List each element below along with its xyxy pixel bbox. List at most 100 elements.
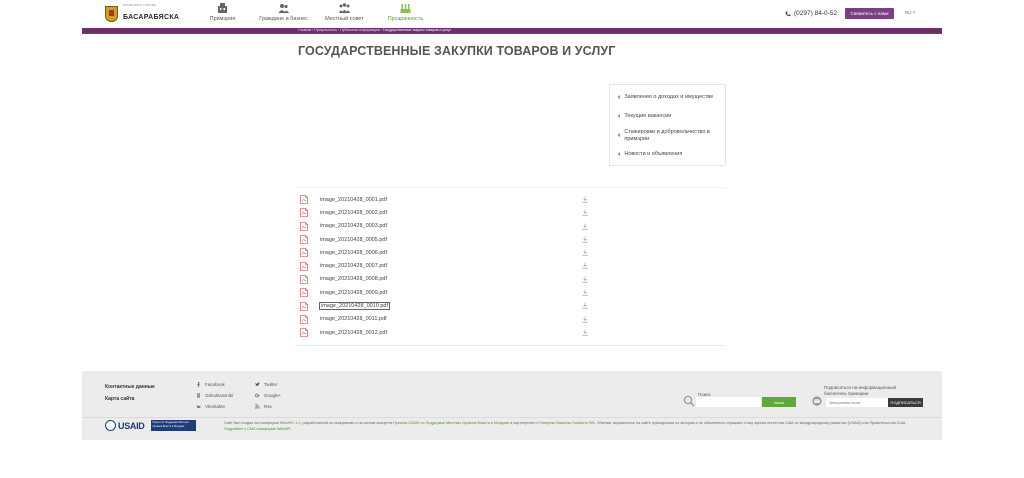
nav-item-primaria[interactable]: Примэрия	[194, 3, 251, 22]
file-row[interactable]: image_20210428_0007.pdf	[296, 259, 726, 272]
file-row[interactable]: image_20210428_0012.pdf	[296, 326, 726, 339]
file-row[interactable]: image_20210428_0003.pdf	[296, 220, 726, 233]
file-row[interactable]: image_20210428_0001.pdf	[296, 193, 726, 206]
contact-us-button[interactable]: Свяжитесь с нами	[845, 8, 894, 19]
download-icon[interactable]	[582, 276, 588, 283]
cms-platform-link[interactable]: Подробнее о CMS платформе WebAPL	[224, 427, 291, 431]
site-header: ПРИМЭРИЯ ГОРОДА БАСАРАБЯСКА Примэрия Гра…	[82, 0, 942, 28]
people-icon	[278, 4, 289, 13]
social-label: Rss	[264, 404, 272, 409]
side-item-news[interactable]: ‹ Новости и объявления	[610, 145, 725, 164]
nav-item-transparency[interactable]: Прозрачность	[377, 3, 434, 22]
footer-disclaimer: Сайт был создан на платформе WebAPL 1.0,…	[224, 420, 924, 432]
pdf-file-icon	[300, 328, 308, 337]
file-name-link[interactable]: image_20210428_0003.pdf	[320, 223, 387, 229]
file-name-link[interactable]: image_20210428_0007.pdf	[320, 263, 387, 269]
chevron-left-icon: ‹	[618, 151, 621, 158]
nav-item-citizens[interactable]: Граждане и бизнес	[255, 3, 312, 22]
footer-link-sitemap[interactable]: Карта сайта	[105, 396, 155, 402]
usaid-project-link[interactable]: Проекта USAID по Поддержке Местных Орган…	[393, 421, 509, 425]
subscribe-button[interactable]: ПОДПИСАТЬСЯ	[888, 398, 923, 407]
site-logo[interactable]: ПРИМЭРИЯ ГОРОДА БАСАРАБЯСКА	[105, 4, 179, 23]
side-item-label: Новости и объявления	[624, 151, 683, 157]
file-row[interactable]: image_20210428_0010.pdf	[296, 299, 726, 312]
file-name-link[interactable]: image_20210428_0008.pdf	[320, 276, 387, 282]
breadcrumb-path[interactable]: Главная › Прозрачность › Публичная инфор…	[298, 28, 382, 32]
nav-label: Примэрия	[209, 16, 236, 22]
language-select[interactable]: RU ˅	[905, 10, 915, 15]
side-item-income-declarations[interactable]: ‹ Заявления о доходах и имуществе	[610, 88, 725, 107]
chevron-left-icon: ‹	[618, 132, 621, 139]
pdf-file-icon	[300, 315, 308, 324]
download-icon[interactable]	[582, 196, 588, 203]
side-item-internships[interactable]: ‹ Стажировки и добровольчество в примэри…	[610, 126, 725, 145]
phone-number[interactable]: (0297) 84-0-52	[785, 10, 837, 17]
file-row[interactable]: image_20210428_0006.pdf	[296, 246, 726, 259]
side-menu: ‹ Заявления о доходах и имуществе ‹ Теку…	[609, 84, 726, 166]
download-icon[interactable]	[582, 329, 588, 336]
download-icon[interactable]	[582, 223, 588, 230]
file-list: image_20210428_0001.pdf image_20210428_00…	[296, 187, 726, 346]
page-title: ГОСУДАРСТВЕННЫЕ ЗАКУПКИ ТОВАРОВ И УСЛУГ	[298, 44, 616, 58]
subscribe-email-input[interactable]	[826, 398, 888, 407]
file-row[interactable]: image_20210428_0002.pdf	[296, 206, 726, 219]
social-label: Twitter	[264, 382, 278, 387]
disclaimer-text: , разработанной по инициативе и на основ…	[300, 421, 394, 425]
search-button[interactable]: поиск	[762, 397, 796, 407]
breadcrumb: Главная › Прозрачность › Публичная инфор…	[298, 28, 451, 33]
social-odnoklassniki[interactable]: Odnoklassniki	[196, 393, 233, 398]
file-name-link[interactable]: image_20210428_0011.pdf	[320, 316, 387, 322]
search-icon	[683, 395, 695, 407]
footer-link-contacts[interactable]: Контактные данные	[105, 384, 155, 390]
file-row[interactable]: image_20210428_0005.pdf	[296, 233, 726, 246]
vkontakte-icon	[196, 405, 201, 408]
social-googleplus[interactable]: Google+	[255, 393, 281, 398]
file-name-link[interactable]: image_20210428_0002.pdf	[320, 210, 387, 216]
pdf-file-icon	[300, 288, 308, 298]
social-twitter[interactable]: Twitter	[255, 382, 277, 387]
rss-icon	[255, 404, 260, 409]
google-plus-icon	[255, 393, 260, 398]
chevron-left-icon: ‹	[618, 94, 621, 101]
file-row[interactable]: image_20210428_0011.pdf	[296, 313, 726, 326]
file-name-link[interactable]: image_20210428_0005.pdf	[320, 237, 387, 243]
social-label: Facebook	[205, 382, 225, 387]
phone-text: (0297) 84-0-52	[794, 10, 837, 17]
chevron-left-icon: ‹	[618, 113, 621, 120]
footer-divider	[82, 417, 942, 418]
usaid-seal-icon	[105, 420, 116, 431]
side-item-vacancies[interactable]: ‹ Текущие вакансии	[610, 107, 725, 126]
file-name-link[interactable]: image_20210428_0012.pdf	[320, 330, 387, 336]
download-icon[interactable]	[582, 209, 588, 216]
download-icon[interactable]	[582, 262, 588, 270]
download-icon[interactable]	[582, 289, 588, 296]
social-facebook[interactable]: Facebook	[196, 382, 225, 387]
download-icon[interactable]	[582, 316, 588, 323]
side-item-label: Заявления о доходах и имуществе	[624, 94, 714, 100]
disclaimer-text: в партнерстве с	[509, 421, 539, 425]
newsletter-icon	[812, 396, 822, 406]
ebs-link[interactable]: Enterprise Business Solutions SRL	[538, 421, 595, 425]
file-row[interactable]: image_20210428_0009.pdf	[296, 286, 726, 299]
file-name-link[interactable]: image_20210428_0006.pdf	[320, 250, 387, 256]
file-name-link[interactable]: image_20210428_0009.pdf	[320, 290, 387, 296]
transparency-icon	[400, 4, 411, 13]
file-name-link[interactable]: image_20210428_0001.pdf	[320, 197, 387, 203]
nav-label: Прозрачность	[387, 16, 424, 22]
main-nav: Примэрия Граждане и бизнес Местный совет…	[194, 3, 438, 22]
download-icon[interactable]	[582, 249, 588, 256]
pdf-file-icon	[300, 301, 308, 311]
download-icon[interactable]	[582, 302, 588, 309]
social-rss[interactable]: Rss	[255, 404, 272, 409]
social-vkontakte[interactable]: Vkontakte	[196, 404, 225, 409]
nav-item-council[interactable]: Местный совет	[316, 3, 373, 22]
webapl-link[interactable]: WebAPL 1.0	[280, 421, 301, 425]
pdf-file-icon	[300, 208, 308, 218]
file-row[interactable]: image_20210428_0008.pdf	[296, 273, 726, 286]
usaid-logo[interactable]: USAID Проект по Поддержке Местных Органо…	[105, 420, 196, 431]
file-name-link[interactable]: image_20210428_0010.pdf	[319, 302, 390, 311]
odnoklassniki-icon	[196, 393, 201, 398]
download-icon[interactable]	[582, 236, 588, 243]
search-input[interactable]	[696, 397, 761, 407]
site-footer: Контактные данные Карта сайта Facebook O…	[82, 371, 942, 440]
